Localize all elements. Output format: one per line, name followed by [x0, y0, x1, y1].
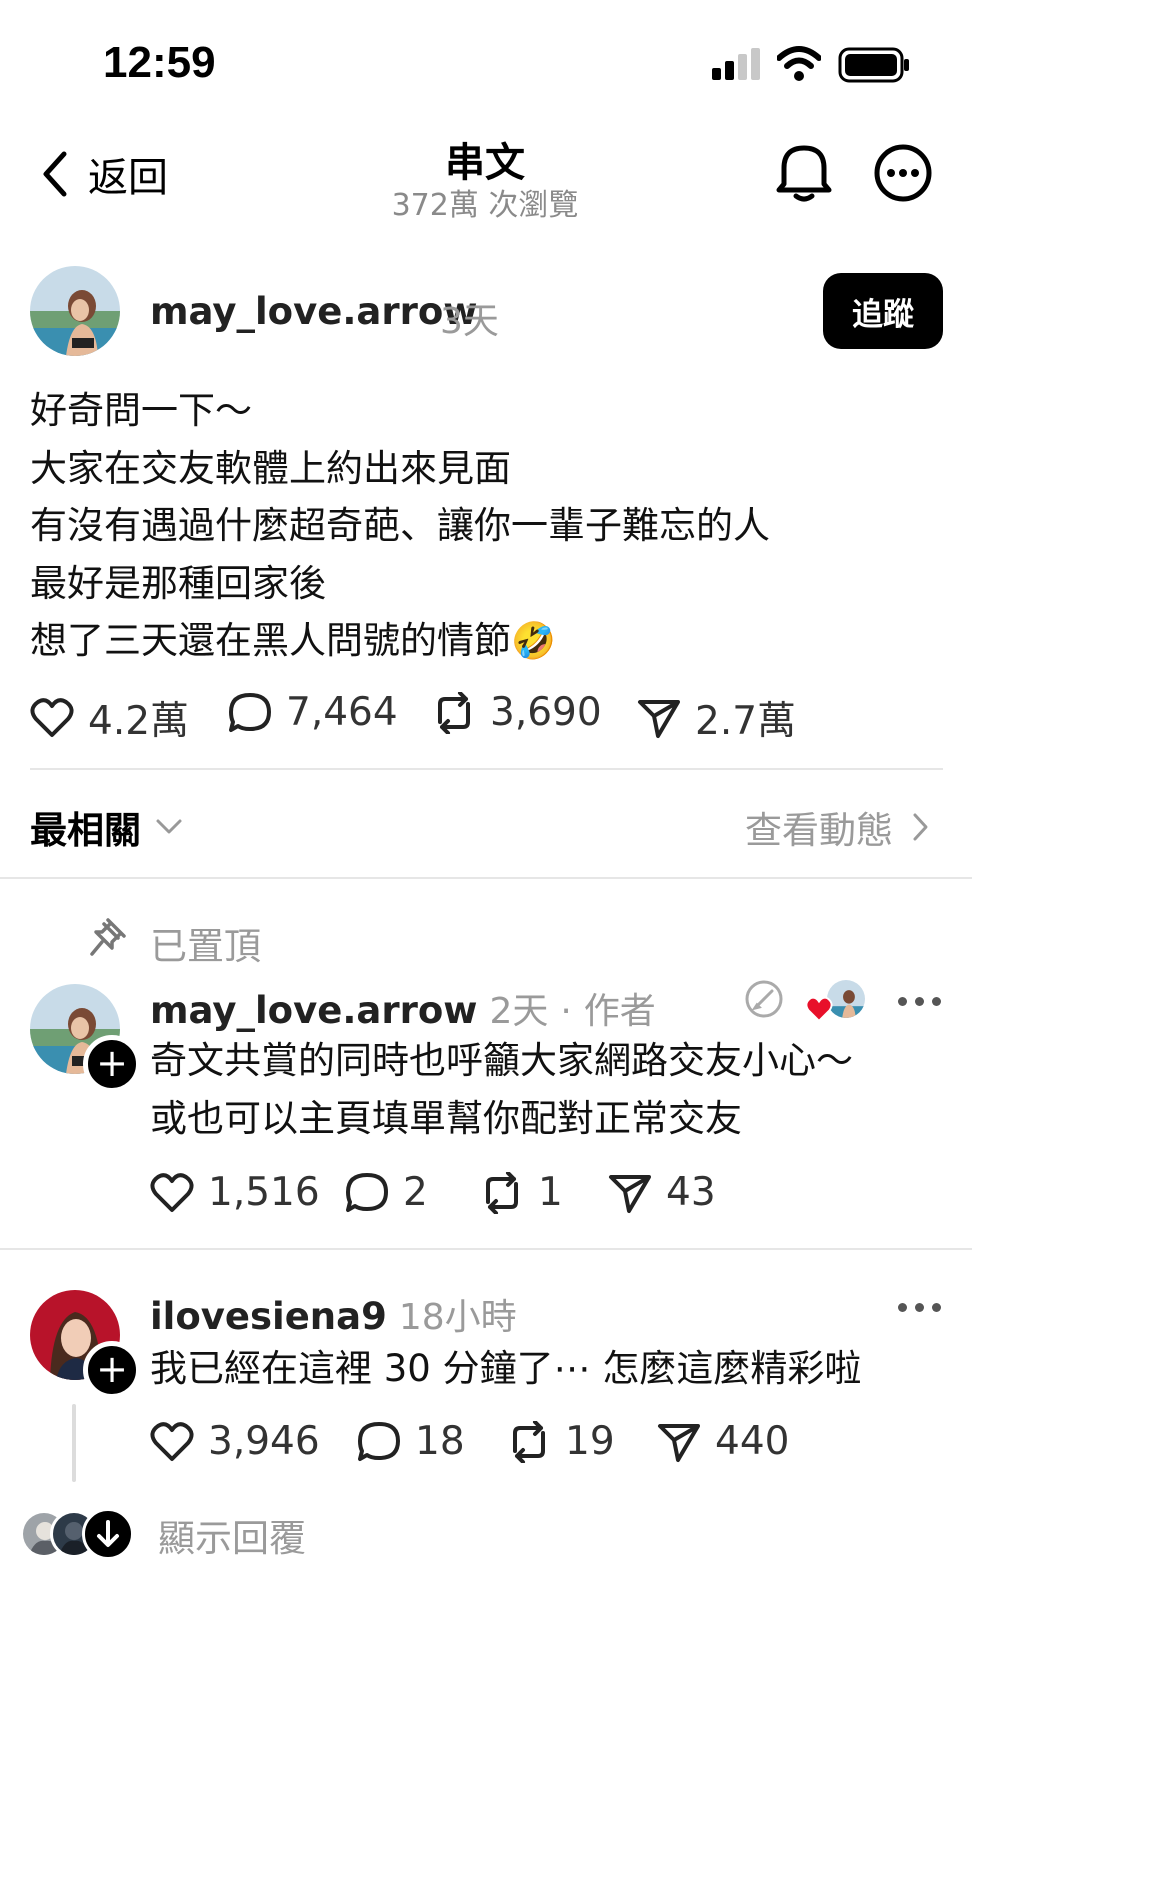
repost-count: 3,690 [490, 690, 602, 735]
post-line: 想了三天還在黑人問號的情節 [30, 619, 511, 662]
follow-plus-icon[interactable]: + [83, 1341, 141, 1399]
reply-username[interactable]: ilovesiena9 [150, 1295, 387, 1338]
divider [0, 877, 972, 879]
like-count: 3,946 [208, 1419, 320, 1464]
repost-button[interactable]: 1 [480, 1170, 563, 1215]
pinned-more-button[interactable] [898, 997, 941, 1006]
share-button[interactable]: 440 [657, 1419, 789, 1464]
comment-button[interactable]: 7,464 [228, 690, 398, 735]
comment-button[interactable]: 2 [345, 1170, 428, 1215]
divider [30, 768, 943, 770]
like-button[interactable]: 3,946 [150, 1419, 320, 1464]
like-count: 4.2萬 [88, 699, 190, 744]
avatar[interactable] [30, 266, 120, 356]
author-liked-badge [805, 980, 865, 1022]
repost-count: 19 [565, 1419, 615, 1464]
show-replies-label: 顯示回覆 [158, 1517, 306, 1560]
post-username[interactable]: may_love.arrow [150, 290, 477, 333]
thread-line [72, 1404, 76, 1482]
comment-icon [346, 1172, 388, 1212]
bell-icon[interactable] [774, 140, 834, 204]
comment-count: 18 [415, 1419, 465, 1464]
repost-icon [513, 1420, 545, 1463]
chevron-right-icon [911, 811, 931, 843]
back-button[interactable]: 返回 [38, 145, 168, 203]
chevron-down-icon [155, 817, 183, 837]
rofl-emoji: 🤣 [511, 621, 556, 662]
pinned-body: 奇文共賞的同時也呼籲大家網路交友小心～ 或也可以主頁填單幫你配對正常交友 [150, 1032, 853, 1147]
sort-label: 最相關 [30, 809, 141, 852]
pin-icon [88, 916, 128, 958]
reply-more-button[interactable] [898, 1303, 941, 1312]
chevron-left-icon [38, 148, 72, 200]
reply-time: 18小時 [398, 1297, 517, 1338]
pinned-username[interactable]: may_love.arrow [150, 989, 477, 1032]
like-button[interactable]: 1,516 [150, 1170, 320, 1215]
show-replies-row[interactable]: 顯示回覆 [20, 1506, 420, 1560]
pinned-label: 已置頂 [150, 925, 261, 968]
send-icon [658, 1423, 700, 1462]
comment-line: 或也可以主頁填單幫你配對正常交友 [150, 1096, 742, 1140]
edited-icon [743, 978, 785, 1020]
like-button[interactable]: 4.2萬 [30, 690, 189, 746]
view-activity-label: 查看動態 [745, 809, 893, 852]
more-options-icon[interactable] [873, 143, 933, 203]
post-line: 大家在交友軟體上約出來見面 [30, 446, 511, 490]
repost-button[interactable]: 3,690 [432, 690, 602, 735]
wifi-icon [777, 46, 821, 82]
share-count: 43 [666, 1170, 716, 1215]
repost-count: 1 [538, 1170, 563, 1215]
follow-button[interactable]: 追蹤 [823, 273, 943, 349]
heart-icon [150, 1421, 194, 1461]
battery-icon [838, 47, 910, 83]
post-line: 有沒有遇過什麼超奇葩、讓你一輩子難忘的人 [30, 504, 770, 547]
share-count: 2.7萬 [695, 699, 797, 744]
signal-icon [710, 48, 762, 82]
repost-icon [486, 1171, 518, 1214]
comment-button[interactable]: 18 [357, 1419, 465, 1464]
share-button[interactable]: 43 [608, 1170, 716, 1215]
view-count: 372萬 次瀏覽 [391, 188, 579, 223]
comment-count: 2 [403, 1170, 428, 1215]
reply-text: 我已經在這裡 30 分鐘了⋯ 怎麼這麼精彩啦 [150, 1347, 862, 1390]
share-button[interactable]: 2.7萬 [637, 690, 796, 746]
repost-icon [438, 691, 470, 734]
follow-label: 追蹤 [852, 296, 914, 333]
share-count: 440 [715, 1419, 790, 1464]
heart-icon [30, 698, 74, 737]
arrow-down-icon [82, 1508, 134, 1560]
post-line: 好奇問一下～ [30, 389, 252, 432]
status-time: 12:59 [103, 38, 216, 87]
view-activity-link[interactable]: 查看動態 [745, 800, 931, 854]
repost-button[interactable]: 19 [507, 1419, 615, 1464]
red-heart-icon [805, 996, 833, 1022]
comment-icon [229, 692, 271, 732]
back-label: 返回 [88, 155, 168, 201]
post-body: 好奇問一下～ 大家在交友軟體上約出來見面 有沒有遇過什麼超奇葩、讓你一輩子難忘的… [30, 382, 770, 671]
post-line: 最好是那種回家後 [30, 561, 326, 605]
send-icon [609, 1174, 651, 1213]
heart-icon [150, 1172, 194, 1212]
send-icon [638, 700, 680, 738]
comment-line: 奇文共賞的同時也呼籲大家網路交友小心～ [150, 1039, 853, 1082]
divider [0, 1248, 972, 1250]
comment-count: 7,464 [286, 690, 398, 735]
pinned-time: 2天 [489, 991, 549, 1032]
like-count: 1,516 [208, 1170, 320, 1215]
separator-dot: · [560, 991, 572, 1032]
comment-icon [358, 1421, 400, 1461]
post-time: 3天 [440, 301, 499, 342]
follow-plus-icon[interactable]: + [83, 1035, 141, 1093]
sort-dropdown[interactable]: 最相關 [30, 800, 183, 854]
author-tag: 作者 [583, 991, 656, 1032]
